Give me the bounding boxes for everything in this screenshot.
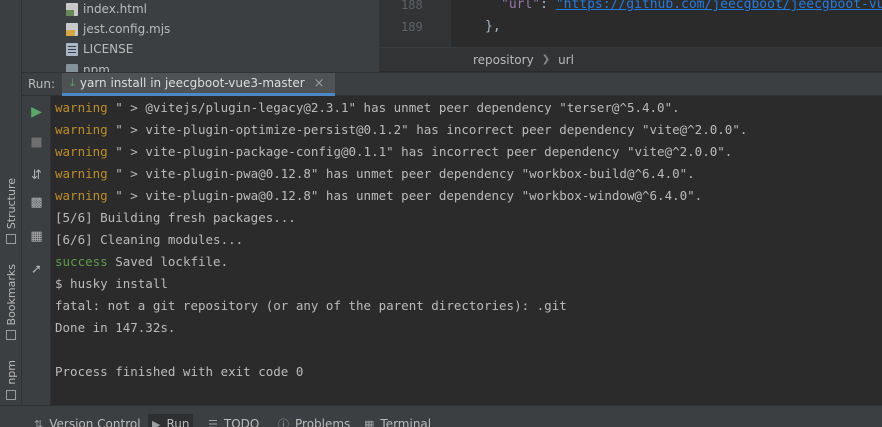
stop-icon[interactable]: ■ [27, 133, 46, 152]
console-line: warning " > vite-plugin-pwa@0.12.8" has … [55, 188, 702, 203]
rerun-icon[interactable]: ▶ [27, 102, 46, 121]
console-line: warning " > @vitejs/plugin-legacy@2.3.1"… [55, 100, 680, 115]
console-text: " > @vitejs/plugin-legacy@2.3.1" has unm… [107, 100, 680, 115]
console-line: warning " > vite-plugin-optimize-persist… [55, 122, 747, 137]
console-line: warning " > vite-plugin-package-config@0… [55, 144, 732, 159]
structure-icon [6, 234, 16, 245]
run-tab-yarn-install[interactable]: ⤓ yarn install in jeecgboot-vue3-master … [62, 73, 335, 96]
bottom-tab-label: Problems [295, 417, 351, 427]
breadcrumb-item-repository[interactable]: repository [473, 53, 534, 67]
warning-tag: warning [55, 144, 108, 159]
info-icon: ⓘ [278, 418, 289, 427]
bottom-tab-label: Version Control [49, 417, 141, 427]
tree-item-label: npm [83, 63, 110, 72]
console-line: [6/6] Cleaning modules... [55, 232, 244, 247]
side-tab-npm[interactable]: npm [0, 360, 22, 400]
tree-item-label: LICENSE [83, 42, 134, 56]
console-output[interactable]: warning " > @vitejs/plugin-legacy@2.3.1"… [51, 96, 882, 405]
bottom-tab-label: Terminal [380, 417, 432, 427]
code-line-189: }, [485, 19, 501, 34]
text-file-icon [66, 42, 78, 56]
project-tree: index.html jest.config.mjs LICENSE npm [22, 0, 379, 72]
run-icon: ▶ [152, 417, 161, 427]
html-file-icon [66, 2, 78, 16]
pin-icon[interactable]: ➚ [27, 260, 46, 279]
breadcrumb-item-url[interactable]: url [558, 53, 574, 67]
tree-item-license[interactable]: LICENSE [66, 39, 133, 59]
folder-icon [66, 63, 78, 72]
console-line: fatal: not a git repository (or any of t… [55, 298, 567, 313]
success-tag: success [55, 254, 108, 269]
js-file-icon [66, 22, 78, 36]
console-text: Saved lockfile. [107, 254, 229, 269]
tree-item-label: index.html [83, 2, 147, 16]
console-line: success Saved lockfile. [55, 254, 228, 269]
bottom-tab-run[interactable]: ▶ Run [148, 414, 194, 427]
branch-icon: ⇅ [34, 417, 44, 427]
console-text: " > vite-plugin-pwa@0.12.8" has unmet pe… [107, 166, 695, 181]
line-number: 188 [401, 0, 423, 12]
bottom-tab-version-control[interactable]: ⇅ Version Control [34, 414, 141, 427]
close-icon[interactable]: × [314, 76, 325, 91]
bottom-tab-terminal[interactable]: ▦ Terminal [364, 414, 431, 427]
bottom-tab-label: TODO [223, 417, 260, 427]
console-text: " > vite-plugin-pwa@0.12.8" has unmet pe… [107, 188, 703, 203]
console-line: [5/6] Building fresh packages... [55, 210, 296, 225]
json-colon: : [540, 0, 556, 12]
console-text: " > vite-plugin-package-config@0.1.1" ha… [107, 144, 733, 159]
console-line: $ husky install [55, 276, 168, 291]
side-tab-label: Structure [4, 178, 18, 230]
warning-tag: warning [55, 188, 108, 203]
chevron-right-icon: ❯ [541, 54, 551, 65]
sort-icon[interactable]: ⇵ [27, 166, 46, 185]
console-line: warning " > vite-plugin-pwa@0.12.8" has … [55, 166, 695, 181]
bottom-tab-todo[interactable]: ☰ TODO [208, 414, 259, 427]
trash-icon[interactable]: ▩ [27, 193, 46, 212]
tree-item-label: jest.config.mjs [83, 22, 171, 36]
breadcrumb: repository ❯ url [379, 47, 882, 71]
code-editor[interactable]: "url": "https://github.com/jeecgboot/jee… [451, 0, 882, 47]
side-tab-bookmarks[interactable]: Bookmarks [0, 264, 22, 341]
side-tab-label: npm [4, 360, 18, 385]
bottom-tab-problems[interactable]: ⓘ Problems [278, 414, 350, 427]
console-line: Done in 147.32s. [55, 320, 176, 335]
code-line-188: "url": "https://github.com/jeecgboot/jee… [501, 0, 882, 12]
terminal-icon: ▦ [364, 417, 375, 427]
bottom-tool-bar: ⇅ Version Control ▶ Run ☰ TODO ⓘ Problem… [0, 405, 882, 427]
list-icon: ☰ [208, 417, 218, 427]
code-text: }, [485, 19, 501, 34]
warning-tag: warning [55, 122, 108, 137]
console-text: " > vite-plugin-optimize-persist@0.1.2" … [107, 122, 748, 137]
npm-icon [6, 389, 16, 400]
line-number: 189 [401, 20, 423, 34]
bookmark-icon [6, 330, 16, 341]
run-tab-title: yarn install in jeecgboot-vue3-master [79, 76, 305, 90]
tree-item-jest-config[interactable]: jest.config.mjs [66, 19, 170, 39]
json-key: "url" [501, 0, 541, 12]
layout-icon[interactable]: ▦ [27, 227, 46, 246]
console-line: Process finished with exit code 0 [55, 364, 304, 379]
run-toolbar: ▶ ■ ⇵ ▩ ▦ ➚ [22, 96, 51, 405]
tree-item-npm[interactable]: npm [66, 60, 110, 72]
bottom-tab-label: Run [166, 417, 190, 427]
tree-item-index-html[interactable]: index.html [66, 0, 147, 19]
side-tab-label: Bookmarks [4, 264, 18, 326]
warning-tag: warning [55, 166, 108, 181]
side-tab-structure[interactable]: Structure [0, 178, 22, 245]
run-label: Run: [28, 77, 56, 91]
warning-tag: warning [55, 100, 108, 115]
editor-gutter: 188 189 [379, 0, 451, 47]
json-url-value[interactable]: "https://github.com/jeecgboot/jeecgboot-… [556, 0, 882, 12]
run-tool-header: Run: ⤓ yarn install in jeecgboot-vue3-ma… [22, 72, 882, 96]
download-icon: ⤓ [70, 76, 75, 89]
